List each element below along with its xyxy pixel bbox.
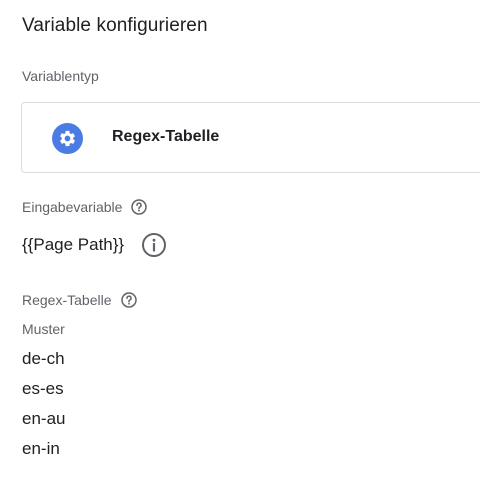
pattern-item: en-in bbox=[22, 439, 60, 458]
help-icon[interactable] bbox=[131, 199, 148, 215]
variable-type-label: Variablentyp bbox=[22, 68, 99, 84]
input-variable-field: {{Page Path}} bbox=[22, 232, 167, 258]
variable-type-card[interactable]: Regex-Tabelle bbox=[21, 102, 480, 173]
input-variable-label: Eingabevariable bbox=[22, 199, 123, 215]
gear-icon bbox=[52, 123, 83, 154]
input-variable-value: {{Page Path}} bbox=[22, 235, 125, 254]
regex-table-label: Regex-Tabelle bbox=[22, 292, 112, 308]
pattern-item: de-ch bbox=[22, 349, 65, 368]
pattern-item: es-es bbox=[22, 379, 64, 398]
variable-type-name: Regex-Tabelle bbox=[112, 128, 220, 145]
page-title: Variable konfigurieren bbox=[22, 15, 208, 36]
help-icon[interactable] bbox=[120, 292, 137, 308]
column-header-pattern: Muster bbox=[22, 321, 65, 337]
input-variable-label-row: Eingabevariable bbox=[22, 199, 148, 215]
regex-table-label-row: Regex-Tabelle bbox=[22, 292, 137, 308]
info-icon[interactable] bbox=[141, 232, 167, 258]
pattern-list: de-ch es-es en-au en-in bbox=[22, 347, 65, 467]
pattern-item: en-au bbox=[22, 409, 66, 428]
